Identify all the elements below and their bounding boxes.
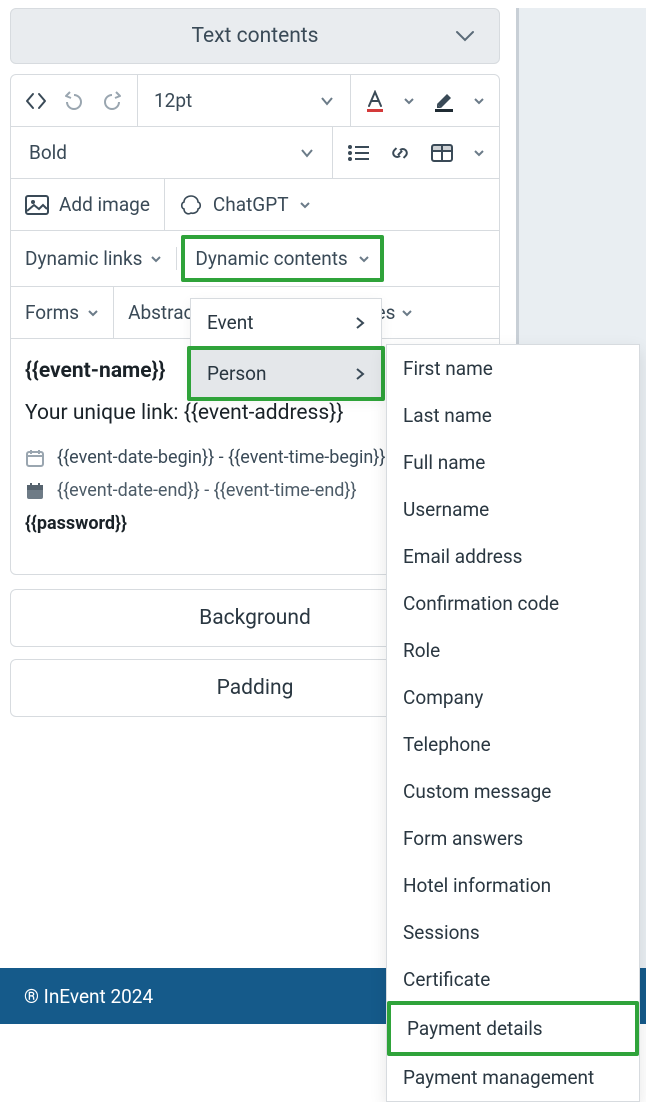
font-weight-value: Bold [29, 141, 67, 164]
event-end-text: {{event-date-end}} - {{event-time-end}} [57, 480, 357, 501]
menu-item-label: Event [207, 311, 253, 334]
toolbar-row-2: Bold [11, 127, 499, 179]
submenu-item[interactable]: Last name [387, 392, 639, 439]
chevron-down-icon [455, 30, 475, 42]
chevron-down-icon[interactable] [473, 97, 485, 105]
event-begin-text: {{event-date-begin}} - {{event-time-begi… [57, 447, 385, 468]
calendar-outline-icon [25, 448, 45, 468]
submenu-item-label: Company [403, 686, 483, 709]
dynamic-links-label: Dynamic links [25, 247, 142, 270]
submenu-item-label: First name [403, 357, 493, 380]
submenu-item[interactable]: Payment management [387, 1054, 639, 1101]
toolbar-row-3: Add image ChatGPT [11, 179, 499, 231]
chatgpt-icon [179, 193, 203, 217]
dynamic-links-button[interactable]: Dynamic links [11, 247, 177, 270]
list-link-table-group [333, 127, 499, 178]
submenu-item[interactable]: Custom message [387, 768, 639, 815]
submenu-item-label: Custom message [403, 780, 551, 803]
submenu-item[interactable]: Sessions [387, 909, 639, 956]
submenu-item-label: Confirmation code [403, 592, 559, 615]
submenu-item-label: Form answers [403, 827, 523, 850]
submenu-item[interactable]: Form answers [387, 815, 639, 862]
text-color-icon[interactable] [365, 90, 385, 112]
chatgpt-button[interactable]: ChatGPT [165, 179, 325, 230]
dynamic-contents-highlight: Dynamic contents [181, 235, 383, 282]
background-label: Background [199, 606, 311, 630]
chevron-down-icon [300, 148, 314, 158]
chatgpt-label: ChatGPT [213, 193, 289, 216]
footer-text: ® InEvent 2024 [24, 985, 153, 1008]
menu-item-label: Person [207, 362, 267, 385]
dynamic-contents-menu: Event Person [190, 298, 382, 398]
submenu-item[interactable]: First name [387, 345, 639, 392]
font-weight-select[interactable]: Bold [11, 127, 333, 178]
forms-label: Forms [25, 301, 79, 324]
submenu-item-label: Sessions [403, 921, 480, 944]
font-size-select[interactable]: 12pt [138, 75, 351, 126]
chevron-down-icon [299, 201, 311, 209]
add-image-label: Add image [59, 193, 150, 216]
chevron-down-icon [358, 255, 370, 263]
text-contents-title: Text contents [191, 24, 318, 48]
highlight-color-icon[interactable] [433, 90, 455, 112]
person-submenu: First name Last name Full name Username Emai… [386, 344, 640, 1102]
link-icon[interactable] [389, 142, 411, 164]
chevron-right-icon [355, 316, 365, 330]
chevron-down-icon [320, 96, 334, 106]
submenu-item-label: Payment details [407, 1017, 543, 1040]
chevron-down-icon [87, 309, 99, 317]
submenu-item-label: Role [403, 639, 440, 662]
unique-link-value: {{event-address}} [184, 401, 344, 425]
submenu-item-label: Payment management [403, 1066, 594, 1089]
chevron-down-icon[interactable] [403, 97, 415, 105]
submenu-item[interactable]: Confirmation code [387, 580, 639, 627]
chevron-right-icon [355, 367, 365, 381]
submenu-item[interactable]: Email address [387, 533, 639, 580]
undo-icon[interactable] [63, 91, 85, 111]
submenu-item-label: Last name [403, 404, 492, 427]
submenu-item-label: Hotel information [403, 874, 551, 897]
dynamic-contents-label: Dynamic contents [195, 247, 347, 270]
text-contents-header[interactable]: Text contents [10, 8, 500, 64]
code-undo-redo-group [11, 75, 138, 126]
chevron-down-icon[interactable] [473, 149, 485, 157]
text-color-group [351, 75, 499, 126]
menu-item-person-highlight: Person [187, 346, 385, 401]
chevron-down-icon [401, 309, 413, 317]
submenu-item[interactable]: Username [387, 486, 639, 533]
menu-item-person[interactable]: Person [191, 350, 381, 397]
calendar-filled-icon [25, 481, 45, 501]
chevron-down-icon [150, 255, 162, 263]
table-icon[interactable] [431, 144, 453, 162]
bullet-list-icon[interactable] [347, 144, 369, 162]
submenu-item[interactable]: Role [387, 627, 639, 674]
menu-item-event[interactable]: Event [191, 299, 381, 346]
submenu-item[interactable]: Payment details [387, 1001, 639, 1056]
submenu-item[interactable]: Full name [387, 439, 639, 486]
toolbar-row-1: 12pt [11, 75, 499, 127]
toolbar-row-4: Dynamic links Dynamic contents [11, 231, 499, 287]
submenu-item-label: Telephone [403, 733, 491, 756]
padding-label: Padding [217, 676, 294, 700]
font-size-value: 12pt [154, 89, 192, 112]
submenu-item-label: Certificate [403, 968, 490, 991]
submenu-item[interactable]: Hotel information [387, 862, 639, 909]
image-icon [25, 195, 49, 215]
submenu-item-label: Username [403, 498, 489, 521]
dynamic-contents-button[interactable]: Dynamic contents [185, 239, 379, 278]
submenu-item[interactable]: Company [387, 674, 639, 721]
redo-icon[interactable] [101, 91, 123, 111]
submenu-item[interactable]: Certificate [387, 956, 639, 1003]
submenu-item[interactable]: Telephone [387, 721, 639, 768]
source-code-icon[interactable] [25, 92, 47, 110]
submenu-item-label: Full name [403, 451, 485, 474]
forms-button[interactable]: Forms [11, 287, 114, 338]
add-image-button[interactable]: Add image [11, 179, 165, 230]
submenu-item-label: Email address [403, 545, 522, 568]
unique-link-prefix: Your unique link: [25, 401, 184, 425]
